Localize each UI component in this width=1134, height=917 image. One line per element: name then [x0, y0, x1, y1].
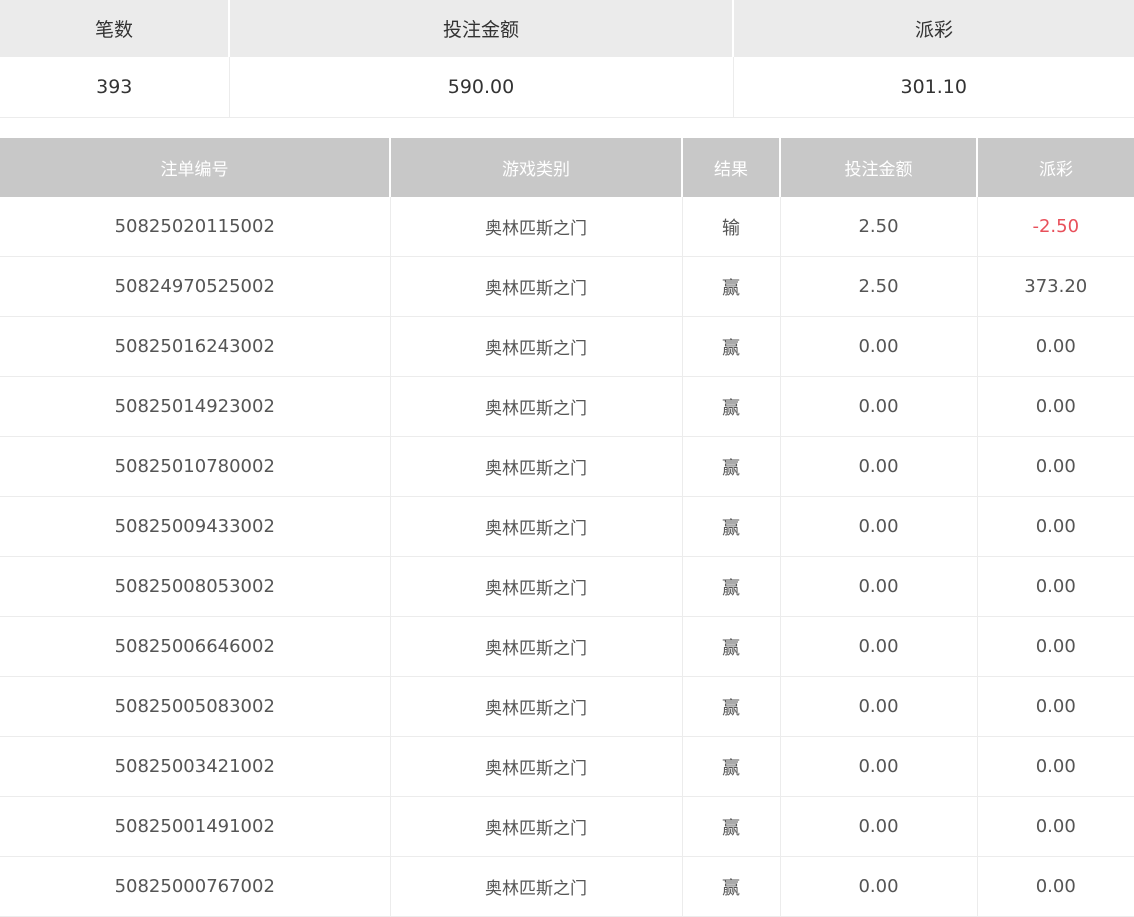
- order-id-cell: 50825010780002: [0, 436, 391, 497]
- payout-cell: 0.00: [977, 796, 1134, 857]
- bet-amount-cell: 0.00: [780, 856, 978, 917]
- bet-orders-table: 注单编号 游戏类别 结果 投注金额 派彩 50825020115002 奥林匹斯之…: [0, 138, 1134, 917]
- summary-values-row: 393 590.00 301.10: [0, 57, 1134, 118]
- bet-amount-cell: 2.50: [780, 256, 978, 317]
- payout-cell: 0.00: [977, 316, 1134, 377]
- game-type-cell: 奥林匹斯之门: [390, 436, 683, 497]
- result-cell: 赢: [682, 796, 781, 857]
- table-row[interactable]: 50824970525002 奥林匹斯之门赢 2.50 373.20: [0, 256, 1134, 317]
- result-cell: 赢: [682, 496, 781, 557]
- game-type-cell: 奥林匹斯之门: [390, 856, 683, 917]
- order-id-cell: 50825008053002: [0, 556, 391, 617]
- payout-cell: 0.00: [977, 556, 1134, 617]
- table-row[interactable]: 50825000767002 奥林匹斯之门赢 0.00 0.00: [0, 856, 1134, 917]
- table-row[interactable]: 50825014923002 奥林匹斯之门赢 0.00 0.00: [0, 376, 1134, 437]
- summary-table: 笔数 投注金额 派彩 393 590.00 301.10: [0, 0, 1134, 118]
- payout-cell: 0.00: [977, 436, 1134, 497]
- order-id-cell: 50825016243002: [0, 316, 391, 377]
- bet-amount-cell: 0.00: [780, 436, 978, 497]
- order-id-cell: 50825009433002: [0, 496, 391, 557]
- game-type-cell: 奥林匹斯之门: [390, 616, 683, 677]
- bet-amount-cell: 0.00: [780, 496, 978, 557]
- order-id-cell: 50825014923002: [0, 376, 391, 437]
- summary-count-value: 393: [0, 57, 230, 118]
- bet-amount-cell: 0.00: [780, 316, 978, 377]
- summary-header-row: 笔数 投注金额 派彩: [0, 0, 1134, 57]
- bet-amount-cell: 0.00: [780, 796, 978, 857]
- payout-cell: 0.00: [977, 376, 1134, 437]
- result-cell: 赢: [682, 436, 781, 497]
- order-id-cell: 50825000767002: [0, 856, 391, 917]
- order-id-cell: 50825003421002: [0, 736, 391, 797]
- summary-header-bet-amount: 投注金额: [229, 0, 734, 57]
- bet-amount-cell: 0.00: [780, 376, 978, 437]
- result-cell: 赢: [682, 856, 781, 917]
- game-type-cell: 奥林匹斯之门: [390, 796, 683, 857]
- bet-amount-cell: 2.50: [780, 197, 978, 257]
- game-type-cell: 奥林匹斯之门: [390, 676, 683, 737]
- result-cell: 输: [682, 197, 781, 257]
- payout-cell: -2.50: [977, 197, 1134, 257]
- result-cell: 赢: [682, 316, 781, 377]
- game-type-cell: 奥林匹斯之门: [390, 376, 683, 437]
- game-type-cell: 奥林匹斯之门: [390, 556, 683, 617]
- order-id-cell: 50825001491002: [0, 796, 391, 857]
- game-type-cell: 奥林匹斯之门: [390, 316, 683, 377]
- column-header-game-type[interactable]: 游戏类别: [390, 138, 683, 197]
- orders-body: 50825020115002 奥林匹斯之门输 2.50 -2.50 5082497052…: [0, 197, 1134, 917]
- order-id-cell: 50825006646002: [0, 616, 391, 677]
- summary-bet-amount-value: 590.00: [229, 57, 734, 118]
- order-id-cell: 50825020115002: [0, 197, 391, 257]
- table-row[interactable]: 50825016243002 奥林匹斯之门赢 0.00 0.00: [0, 316, 1134, 377]
- table-row[interactable]: 50825001491002 奥林匹斯之门赢 0.00 0.00: [0, 796, 1134, 857]
- column-header-bet-amount[interactable]: 投注金额: [780, 138, 978, 197]
- game-type-cell: 奥林匹斯之门: [390, 736, 683, 797]
- game-type-cell: 奥林匹斯之门: [390, 496, 683, 557]
- table-row[interactable]: 50825010780002 奥林匹斯之门赢 0.00 0.00: [0, 436, 1134, 497]
- payout-cell: 0.00: [977, 736, 1134, 797]
- summary-header-count: 笔数: [0, 0, 230, 57]
- table-row[interactable]: 50825008053002 奥林匹斯之门赢 0.00 0.00: [0, 556, 1134, 617]
- payout-cell: 0.00: [977, 616, 1134, 677]
- payout-cell: 0.00: [977, 856, 1134, 917]
- payout-cell: 373.20: [977, 256, 1134, 317]
- bet-amount-cell: 0.00: [780, 676, 978, 737]
- order-id-cell: 50824970525002: [0, 256, 391, 317]
- bet-amount-cell: 0.00: [780, 616, 978, 677]
- table-row[interactable]: 50825003421002 奥林匹斯之门赢 0.00 0.00: [0, 736, 1134, 797]
- game-type-cell: 奥林匹斯之门: [390, 197, 683, 257]
- result-cell: 赢: [682, 256, 781, 317]
- column-header-order-id[interactable]: 注单编号: [0, 138, 391, 197]
- table-row[interactable]: 50825005083002 奥林匹斯之门赢 0.00 0.00: [0, 676, 1134, 737]
- result-cell: 赢: [682, 556, 781, 617]
- result-cell: 赢: [682, 676, 781, 737]
- result-cell: 赢: [682, 616, 781, 677]
- column-header-result[interactable]: 结果: [682, 138, 781, 197]
- order-id-cell: 50825005083002: [0, 676, 391, 737]
- payout-cell: 0.00: [977, 496, 1134, 557]
- result-cell: 赢: [682, 376, 781, 437]
- bet-amount-cell: 0.00: [780, 556, 978, 617]
- game-type-cell: 奥林匹斯之门: [390, 256, 683, 317]
- orders-header-row: 注单编号 游戏类别 结果 投注金额 派彩: [0, 138, 1134, 197]
- table-row[interactable]: 50825020115002 奥林匹斯之门输 2.50 -2.50: [0, 197, 1134, 257]
- summary-header-payout: 派彩: [733, 0, 1134, 57]
- table-row[interactable]: 50825006646002 奥林匹斯之门赢 0.00 0.00: [0, 616, 1134, 677]
- summary-payout-value: 301.10: [733, 57, 1134, 118]
- bet-amount-cell: 0.00: [780, 736, 978, 797]
- payout-cell: 0.00: [977, 676, 1134, 737]
- table-row[interactable]: 50825009433002 奥林匹斯之门赢 0.00 0.00: [0, 496, 1134, 557]
- column-header-payout[interactable]: 派彩: [977, 138, 1134, 197]
- result-cell: 赢: [682, 736, 781, 797]
